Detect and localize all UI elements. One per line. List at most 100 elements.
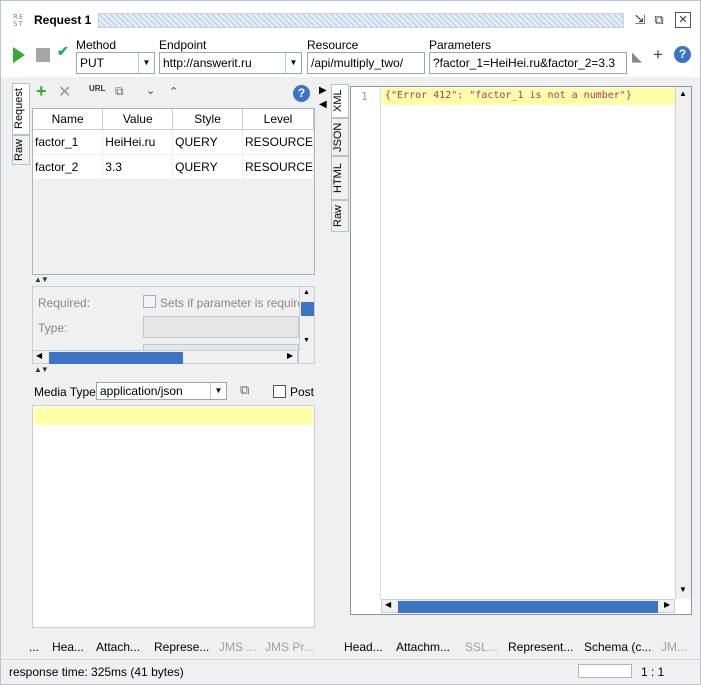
details-scrollbar[interactable]: ▲ ▼ [299, 287, 314, 350]
splitter-handle[interactable]: ▲▼ [34, 275, 49, 284]
type-field[interactable] [143, 316, 299, 338]
clone-icon[interactable]: ⧉ [115, 84, 124, 99]
parameters-label: Parameters [429, 38, 492, 52]
tab-raw-response[interactable]: Raw [331, 200, 349, 232]
detach-icon[interactable]: ⧉ [651, 12, 667, 28]
param-value[interactable]: 3.3 [102, 154, 174, 180]
method-label: Method [76, 38, 117, 52]
param-style[interactable]: QUERY [172, 154, 243, 180]
collapse-icon[interactable]: ▶ [319, 85, 327, 96]
close-icon[interactable]: ✕ [675, 12, 691, 28]
move-up-icon[interactable]: ⌃ [169, 85, 178, 98]
resource-field[interactable]: /api/multiply_two/ [307, 52, 425, 74]
editor-current-line [34, 407, 313, 425]
tab-representations-request[interactable]: Represe... [154, 640, 209, 654]
stop-icon[interactable] [36, 48, 50, 62]
params-toolbar: + ✕ URL ⧉ ⌄ ⌃ ? [32, 81, 315, 107]
tab-xml[interactable]: XML [331, 84, 349, 118]
tab-schema[interactable]: Schema (c... [584, 640, 651, 654]
method-select[interactable]: PUT ▼ [76, 52, 155, 74]
param-name[interactable]: factor_1 [33, 129, 104, 155]
column-header-value[interactable]: Value [102, 109, 174, 130]
param-level[interactable]: RESOURCE [242, 129, 315, 155]
scroll-left-icon[interactable]: ◀ [385, 600, 391, 609]
add-param-icon[interactable]: + [36, 81, 47, 102]
chevron-down-icon: ▼ [210, 383, 226, 399]
rest-logo: REST [13, 13, 25, 28]
column-header-style[interactable]: Style [172, 109, 243, 130]
params-help-icon[interactable]: ? [293, 85, 310, 102]
tab-attachments-response[interactable]: Attachm... [396, 640, 450, 654]
tab-request[interactable]: Request [12, 83, 30, 135]
media-type-value: application/json [100, 384, 183, 398]
chevron-down-icon: ▼ [285, 53, 301, 73]
hscroll-thumb[interactable] [49, 352, 183, 364]
tab-jms-headers[interactable]: JMS ... [219, 640, 256, 654]
param-value[interactable]: HeiHei.ru [102, 129, 174, 155]
tab-representations-response[interactable]: Represent... [508, 640, 573, 654]
response-hscrollbar[interactable]: ◀ ▶ [381, 599, 675, 613]
column-header-level[interactable]: Level [242, 109, 315, 130]
remove-param-icon[interactable]: ✕ [58, 82, 71, 102]
status-bar: response time: 325ms (41 bytes) 1 : 1 [1, 659, 700, 684]
scroll-thumb[interactable] [301, 302, 314, 316]
cursor-position: 1 : 1 [641, 665, 665, 679]
scroll-up-icon[interactable]: ▲ [679, 89, 687, 98]
scroll-down-icon[interactable]: ▼ [303, 337, 310, 344]
scroll-down-icon[interactable]: ▼ [679, 585, 687, 594]
tab-html[interactable]: HTML [331, 156, 349, 200]
details-hscrollbar[interactable]: ◀ ▶ [32, 350, 298, 364]
title-bar-drag-area[interactable] [98, 13, 624, 28]
tab-attachments-request[interactable]: Attach... [96, 640, 140, 654]
param-level[interactable]: RESOURCE [242, 154, 315, 180]
scroll-left-icon[interactable]: ◀ [36, 351, 42, 360]
media-type-select[interactable]: application/json ▼ [96, 382, 227, 400]
request-body-editor[interactable] [32, 405, 315, 628]
response-time: response time: 325ms (41 bytes) [9, 665, 184, 679]
tab-headers-response[interactable]: Head... [344, 640, 383, 654]
tab-headers-request[interactable]: Hea... [52, 640, 84, 654]
move-down-icon[interactable]: ⌄ [146, 84, 155, 97]
media-type-label: Media Type [34, 385, 96, 399]
table-row[interactable]: factor_2 3.3 QUERY RESOURCE [33, 154, 315, 180]
params-table: Name Value Style Level factor_1 HeiHei.r… [32, 108, 315, 275]
required-checkbox[interactable] [143, 295, 156, 308]
tab-ssl-info[interactable]: SSL... [465, 640, 498, 654]
splitter-handle[interactable]: ▲▼ [34, 365, 49, 374]
param-style[interactable]: QUERY [172, 129, 243, 155]
param-name[interactable]: factor_2 [33, 154, 104, 180]
clone-icon[interactable]: ⧉ [240, 382, 249, 398]
restore-icon[interactable]: ⇲ [632, 12, 648, 28]
progress-box [578, 664, 632, 678]
url-icon[interactable]: URL [89, 84, 105, 93]
scroll-right-icon[interactable]: ▶ [287, 351, 293, 360]
type-label: Type: [38, 321, 68, 335]
window-title: Request 1 [34, 13, 92, 27]
help-icon[interactable]: ? [674, 46, 691, 63]
table-row[interactable]: factor_1 HeiHei.ru QUERY RESOURCE [33, 129, 315, 155]
response-vscrollbar[interactable]: ▲ ▼ [675, 87, 691, 599]
response-viewer[interactable] [350, 86, 692, 615]
add-icon[interactable]: + [653, 45, 663, 65]
run-icon[interactable] [13, 47, 25, 63]
column-header-name[interactable]: Name [33, 109, 104, 130]
tab-raw-request[interactable]: Raw [12, 135, 30, 165]
scroll-up-icon[interactable]: ▲ [303, 289, 310, 296]
required-hint: Sets if parameter is require [160, 296, 305, 310]
hscroll-thumb[interactable] [398, 601, 658, 613]
tab-jms-properties[interactable]: JMS Pr... [265, 640, 314, 654]
tab-json[interactable]: JSON [331, 118, 349, 156]
post-checkbox[interactable] [273, 385, 286, 398]
tab-bottom-left-more[interactable]: ... [29, 640, 39, 654]
line-gutter: 1 [351, 87, 381, 599]
endpoint-combo[interactable]: http://answerit.ru ▼ [159, 52, 302, 74]
expand-icon[interactable]: ◀ [319, 99, 327, 110]
parameters-field[interactable]: ?factor_1=HeiHei.ru&factor_2=3.3 [429, 52, 627, 74]
required-label: Required: [38, 296, 91, 310]
response-code: {"Error 412": "factor_1 is not a number"… [385, 90, 632, 101]
validate-icon[interactable]: ✔ [57, 43, 69, 60]
scroll-right-icon[interactable]: ▶ [664, 600, 670, 609]
tab-jms-response[interactable]: JM... [661, 640, 687, 654]
request-window: REST Request 1 ⇲ ⧉ ✕ ✔ Method PUT ▼ Endp… [0, 0, 701, 685]
wand-icon[interactable]: ◣ [632, 49, 642, 65]
